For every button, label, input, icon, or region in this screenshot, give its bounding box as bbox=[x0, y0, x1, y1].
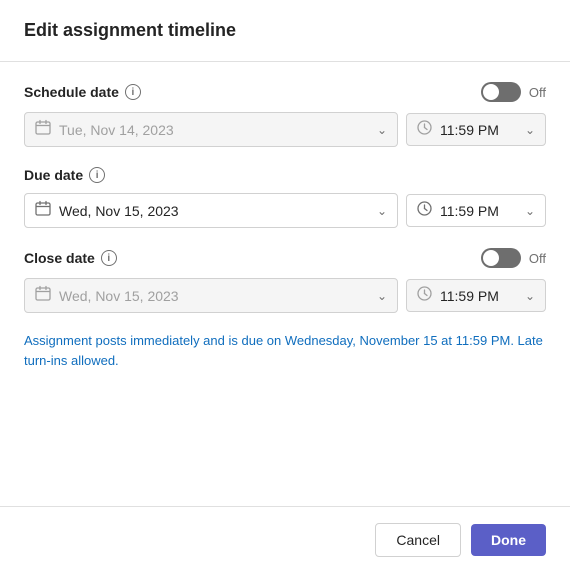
close-date-toggle-group: Off bbox=[481, 248, 546, 268]
schedule-time-value: 11:59 PM bbox=[440, 122, 517, 138]
due-date-label-group: Due date i bbox=[24, 167, 105, 183]
close-clock-icon bbox=[417, 286, 432, 305]
close-date-chevron-icon: ⌄ bbox=[377, 289, 387, 303]
close-time-value: 11:59 PM bbox=[440, 288, 517, 304]
close-date-header: Close date i Off bbox=[24, 248, 546, 268]
due-date-field-row: Wed, Nov 15, 2023 ⌄ 11:59 PM ⌄ bbox=[24, 193, 546, 228]
due-date-picker[interactable]: Wed, Nov 15, 2023 ⌄ bbox=[24, 193, 398, 228]
schedule-date-header: Schedule date i Off bbox=[24, 82, 546, 102]
schedule-date-value: Tue, Nov 14, 2023 bbox=[59, 122, 369, 138]
due-date-calendar-icon bbox=[35, 200, 51, 221]
schedule-date-section: Schedule date i Off Tue, Nov 14, 2023 bbox=[24, 82, 546, 147]
schedule-clock-icon bbox=[417, 120, 432, 139]
close-date-toggle[interactable] bbox=[481, 248, 521, 268]
schedule-date-label: Schedule date bbox=[24, 84, 119, 100]
schedule-date-label-group: Schedule date i bbox=[24, 84, 141, 100]
due-date-chevron-icon: ⌄ bbox=[377, 204, 387, 218]
done-button[interactable]: Done bbox=[471, 524, 546, 556]
close-date-toggle-label: Off bbox=[529, 251, 546, 266]
cancel-button[interactable]: Cancel bbox=[375, 523, 461, 557]
schedule-time-chevron-icon: ⌄ bbox=[525, 123, 535, 137]
dialog-footer: Cancel Done bbox=[24, 507, 546, 577]
due-date-info-icon[interactable]: i bbox=[89, 167, 105, 183]
close-date-field-row: Wed, Nov 15, 2023 ⌄ 11:59 PM ⌄ bbox=[24, 278, 546, 313]
schedule-date-picker[interactable]: Tue, Nov 14, 2023 ⌄ bbox=[24, 112, 398, 147]
close-date-calendar-icon bbox=[35, 285, 51, 306]
close-date-value: Wed, Nov 15, 2023 bbox=[59, 288, 369, 304]
edit-assignment-timeline-dialog: Edit assignment timeline Schedule date i… bbox=[0, 0, 570, 577]
due-date-header: Due date i bbox=[24, 167, 546, 183]
schedule-date-chevron-icon: ⌄ bbox=[377, 123, 387, 137]
close-date-section: Close date i Off Wed, Nov 15, 2023 bbox=[24, 248, 546, 313]
close-date-info-icon[interactable]: i bbox=[101, 250, 117, 266]
due-time-value: 11:59 PM bbox=[440, 203, 517, 219]
close-time-chevron-icon: ⌄ bbox=[525, 289, 535, 303]
schedule-time-picker[interactable]: 11:59 PM ⌄ bbox=[406, 113, 546, 146]
dialog-title: Edit assignment timeline bbox=[24, 20, 546, 41]
schedule-date-calendar-icon bbox=[35, 119, 51, 140]
due-time-chevron-icon: ⌄ bbox=[525, 204, 535, 218]
due-time-picker[interactable]: 11:59 PM ⌄ bbox=[406, 194, 546, 227]
due-date-section: Due date i Wed, Nov 15, 2023 ⌄ bbox=[24, 167, 546, 228]
schedule-date-field-row: Tue, Nov 14, 2023 ⌄ 11:59 PM ⌄ bbox=[24, 112, 546, 147]
schedule-date-toggle-group: Off bbox=[481, 82, 546, 102]
close-date-picker[interactable]: Wed, Nov 15, 2023 ⌄ bbox=[24, 278, 398, 313]
due-clock-icon bbox=[417, 201, 432, 220]
title-divider bbox=[0, 61, 570, 62]
close-date-label-group: Close date i bbox=[24, 250, 117, 266]
due-date-value: Wed, Nov 15, 2023 bbox=[59, 203, 369, 219]
schedule-date-toggle[interactable] bbox=[481, 82, 521, 102]
close-time-picker[interactable]: 11:59 PM ⌄ bbox=[406, 279, 546, 312]
info-message: Assignment posts immediately and is due … bbox=[24, 331, 546, 370]
due-date-label: Due date bbox=[24, 167, 83, 183]
schedule-date-toggle-label: Off bbox=[529, 85, 546, 100]
close-date-label: Close date bbox=[24, 250, 95, 266]
schedule-date-info-icon[interactable]: i bbox=[125, 84, 141, 100]
